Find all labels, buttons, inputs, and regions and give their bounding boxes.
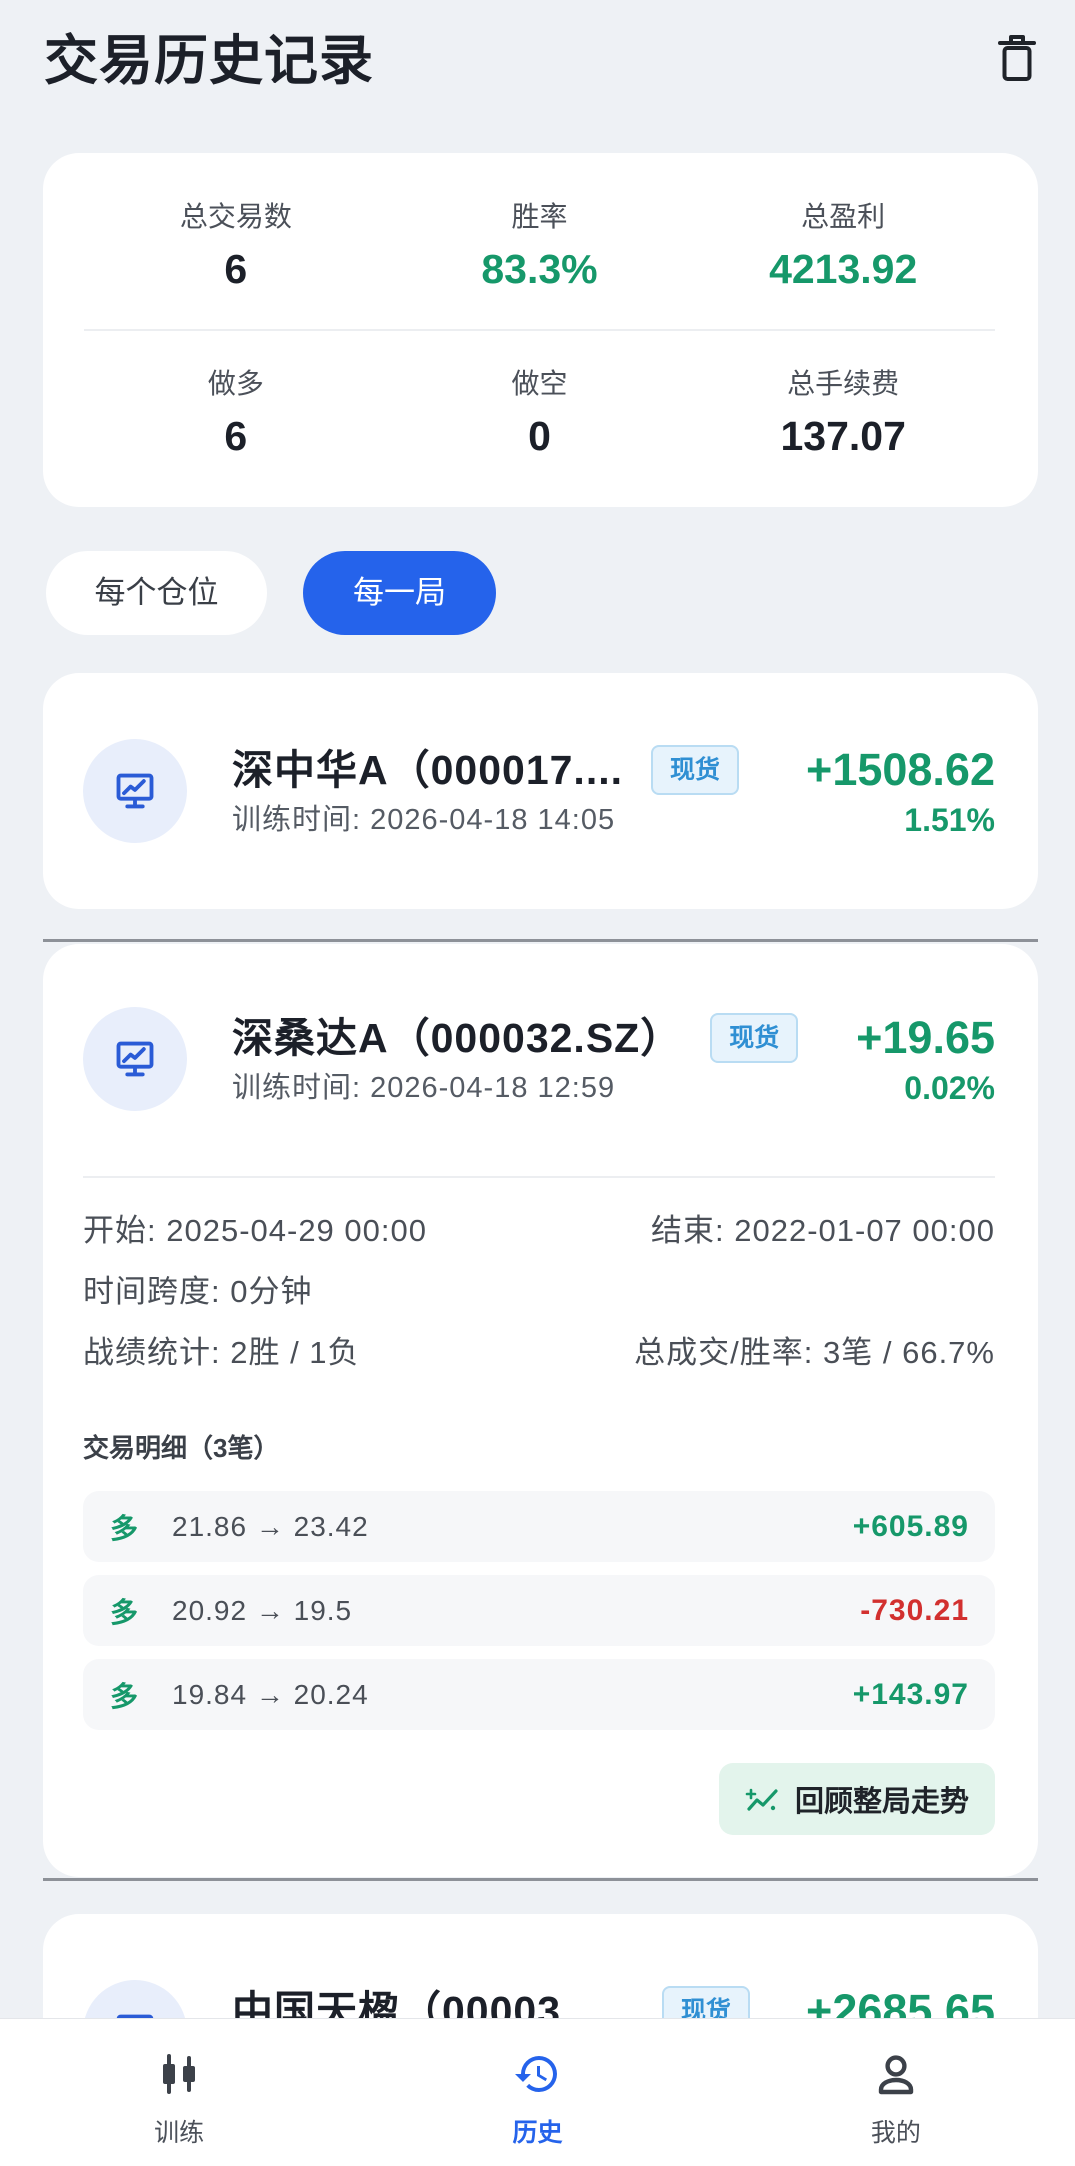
trade-pnl: +605.89 — [852, 1509, 969, 1543]
user-icon — [878, 2055, 914, 2095]
stat-total-trades: 总交易数 6 — [84, 199, 388, 294]
stats-divider — [84, 329, 995, 331]
record-header: 深桑达A（000032.SZ） 现货 训练时间: 2026-04-18 12:5… — [83, 1007, 995, 1111]
record-time: 训练时间: 2026-04-18 12:59 — [232, 1072, 616, 1104]
stat-total-fees: 总手续费 137.07 — [691, 366, 995, 461]
stat-value: 6 — [224, 246, 248, 292]
nav-item-training[interactable]: 训练 — [0, 2019, 358, 2166]
market-type-badge: 现货 — [651, 745, 740, 795]
stat-value: 6 — [224, 413, 248, 459]
clear-history-button[interactable] — [997, 33, 1037, 83]
nav-label: 我的 — [870, 2119, 921, 2147]
history-icon — [515, 2056, 558, 2092]
stat-label: 做多 — [207, 368, 264, 399]
stat-label: 做空 — [511, 368, 568, 399]
stat-win-rate: 胜率 83.3% — [388, 199, 692, 294]
market-type-badge: 现货 — [710, 1013, 799, 1063]
stats-row-bottom: 做多 6 做空 0 总手续费 137.07 — [84, 366, 995, 461]
volume-win-rate: 总成交/胜率: 3笔 / 66.7% — [634, 1335, 995, 1370]
record-return-pct: 0.02% — [904, 1070, 995, 1106]
stat-label: 总盈利 — [801, 201, 886, 232]
trend-chart-icon — [745, 1788, 778, 1811]
trades-list: 多 21.86 → 23.42 +605.89 多 20.92 → 19.5 -… — [83, 1491, 995, 1730]
stat-long: 做多 6 — [84, 366, 388, 461]
expanded-separator-top — [43, 939, 1038, 942]
stat-value: 4213.92 — [769, 246, 918, 292]
expanded-separator-bottom — [43, 1878, 1038, 1881]
stat-label: 总手续费 — [787, 368, 900, 399]
record-return-pct: 1.51% — [904, 802, 995, 838]
record-info: 深中华A（000017.... 现货 训练时间: 2026-04-18 14:0… — [232, 744, 786, 838]
session-duration: 时间跨度: 0分钟 — [83, 1274, 313, 1309]
record-pnl: +19.65 — [856, 1012, 995, 1063]
stat-total-profit: 总盈利 4213.92 — [691, 199, 995, 294]
session-details: 开始: 2025-04-29 00:00 结束: 2022-01-07 00:0… — [83, 1200, 995, 1383]
detail-row: 时间跨度: 0分钟 — [83, 1261, 995, 1322]
record-time: 训练时间: 2026-04-18 14:05 — [232, 804, 616, 836]
presentation-chart-icon — [116, 773, 154, 809]
nav-item-history[interactable]: 历史 — [358, 2019, 716, 2166]
detail-row: 开始: 2025-04-29 00:00 结束: 2022-01-07 00:0… — [83, 1200, 995, 1261]
record-title-row: 深中华A（000017.... 现货 — [232, 744, 786, 796]
stat-short: 做空 0 — [388, 366, 692, 461]
stats-row-top: 总交易数 6 胜率 83.3% 总盈利 4213.92 — [84, 199, 995, 294]
record-title: 深桑达A（000032.SZ） — [232, 1015, 683, 1061]
nav-label: 训练 — [154, 2119, 205, 2147]
trash-icon — [998, 35, 1036, 81]
record-result: +1508.62 1.51% — [806, 744, 995, 838]
tab-per-session[interactable]: 每一局 — [303, 551, 496, 635]
nav-item-profile[interactable]: 我的 — [717, 2019, 1075, 2166]
record-card[interactable]: 深中华A（000017.... 现货 训练时间: 2026-04-18 14:0… — [43, 673, 1038, 909]
stats-summary-card: 总交易数 6 胜率 83.3% 总盈利 4213.92 做多 6 做空 0 总手… — [43, 153, 1038, 507]
trade-prices: 19.84 → 20.24 — [172, 1678, 369, 1710]
trade-pnl: +143.97 — [852, 1677, 969, 1711]
review-row: 回顾整局走势 — [83, 1763, 995, 1835]
trade-side: 多 — [110, 1512, 139, 1544]
review-session-button[interactable]: 回顾整局走势 — [719, 1763, 995, 1835]
record-info: 深桑达A（000032.SZ） 现货 训练时间: 2026-04-18 12:5… — [232, 1012, 836, 1106]
stat-value: 137.07 — [780, 413, 906, 459]
record-result: +19.65 0.02% — [856, 1012, 995, 1106]
stat-label: 总交易数 — [179, 201, 292, 232]
trade-row: 多 20.92 → 19.5 -730.21 — [83, 1575, 995, 1646]
trade-row: 多 21.86 → 23.42 +605.89 — [83, 1491, 995, 1562]
nav-label: 历史 — [512, 2119, 563, 2147]
bottom-navigation: 训练 历史 我的 — [0, 2018, 1075, 2166]
trade-prices: 21.86 → 23.42 — [172, 1510, 369, 1542]
record-pnl: +1508.62 — [806, 744, 995, 795]
trade-prices: 20.92 → 19.5 — [172, 1594, 353, 1626]
trades-title: 交易明细（3笔） — [83, 1433, 280, 1463]
stat-label: 胜率 — [511, 201, 568, 232]
record-header: 深中华A（000017.... 现货 训练时间: 2026-04-18 14:0… — [83, 739, 995, 843]
session-end: 结束: 2022-01-07 00:00 — [651, 1213, 995, 1248]
trade-side: 多 — [110, 1680, 139, 1712]
trade-row: 多 19.84 → 20.24 +143.97 — [83, 1659, 995, 1730]
stat-value: 83.3% — [481, 246, 598, 292]
review-button-label: 回顾整局走势 — [794, 1786, 969, 1818]
detail-row: 战绩统计: 2胜 / 1负 总成交/胜率: 3笔 / 66.7% — [83, 1322, 995, 1383]
stat-value: 0 — [528, 413, 551, 459]
record-avatar — [83, 739, 187, 843]
presentation-chart-icon — [116, 1041, 154, 1077]
record-title: 深中华A（000017.... — [232, 747, 623, 793]
candlestick-icon — [163, 2054, 196, 2094]
record-divider — [83, 1176, 995, 1178]
session-start: 开始: 2025-04-29 00:00 — [83, 1213, 427, 1248]
page-title: 交易历史记录 — [44, 31, 374, 91]
record-card-expanded[interactable]: 深桑达A（000032.SZ） 现货 训练时间: 2026-04-18 12:5… — [43, 944, 1038, 1877]
win-loss-stats: 战绩统计: 2胜 / 1负 — [83, 1335, 360, 1370]
record-title-row: 深桑达A（000032.SZ） 现货 — [232, 1012, 836, 1064]
record-avatar — [83, 1007, 187, 1111]
trade-side: 多 — [110, 1596, 139, 1628]
trade-pnl: -730.21 — [860, 1593, 969, 1627]
tab-per-position[interactable]: 每个仓位 — [46, 551, 267, 635]
